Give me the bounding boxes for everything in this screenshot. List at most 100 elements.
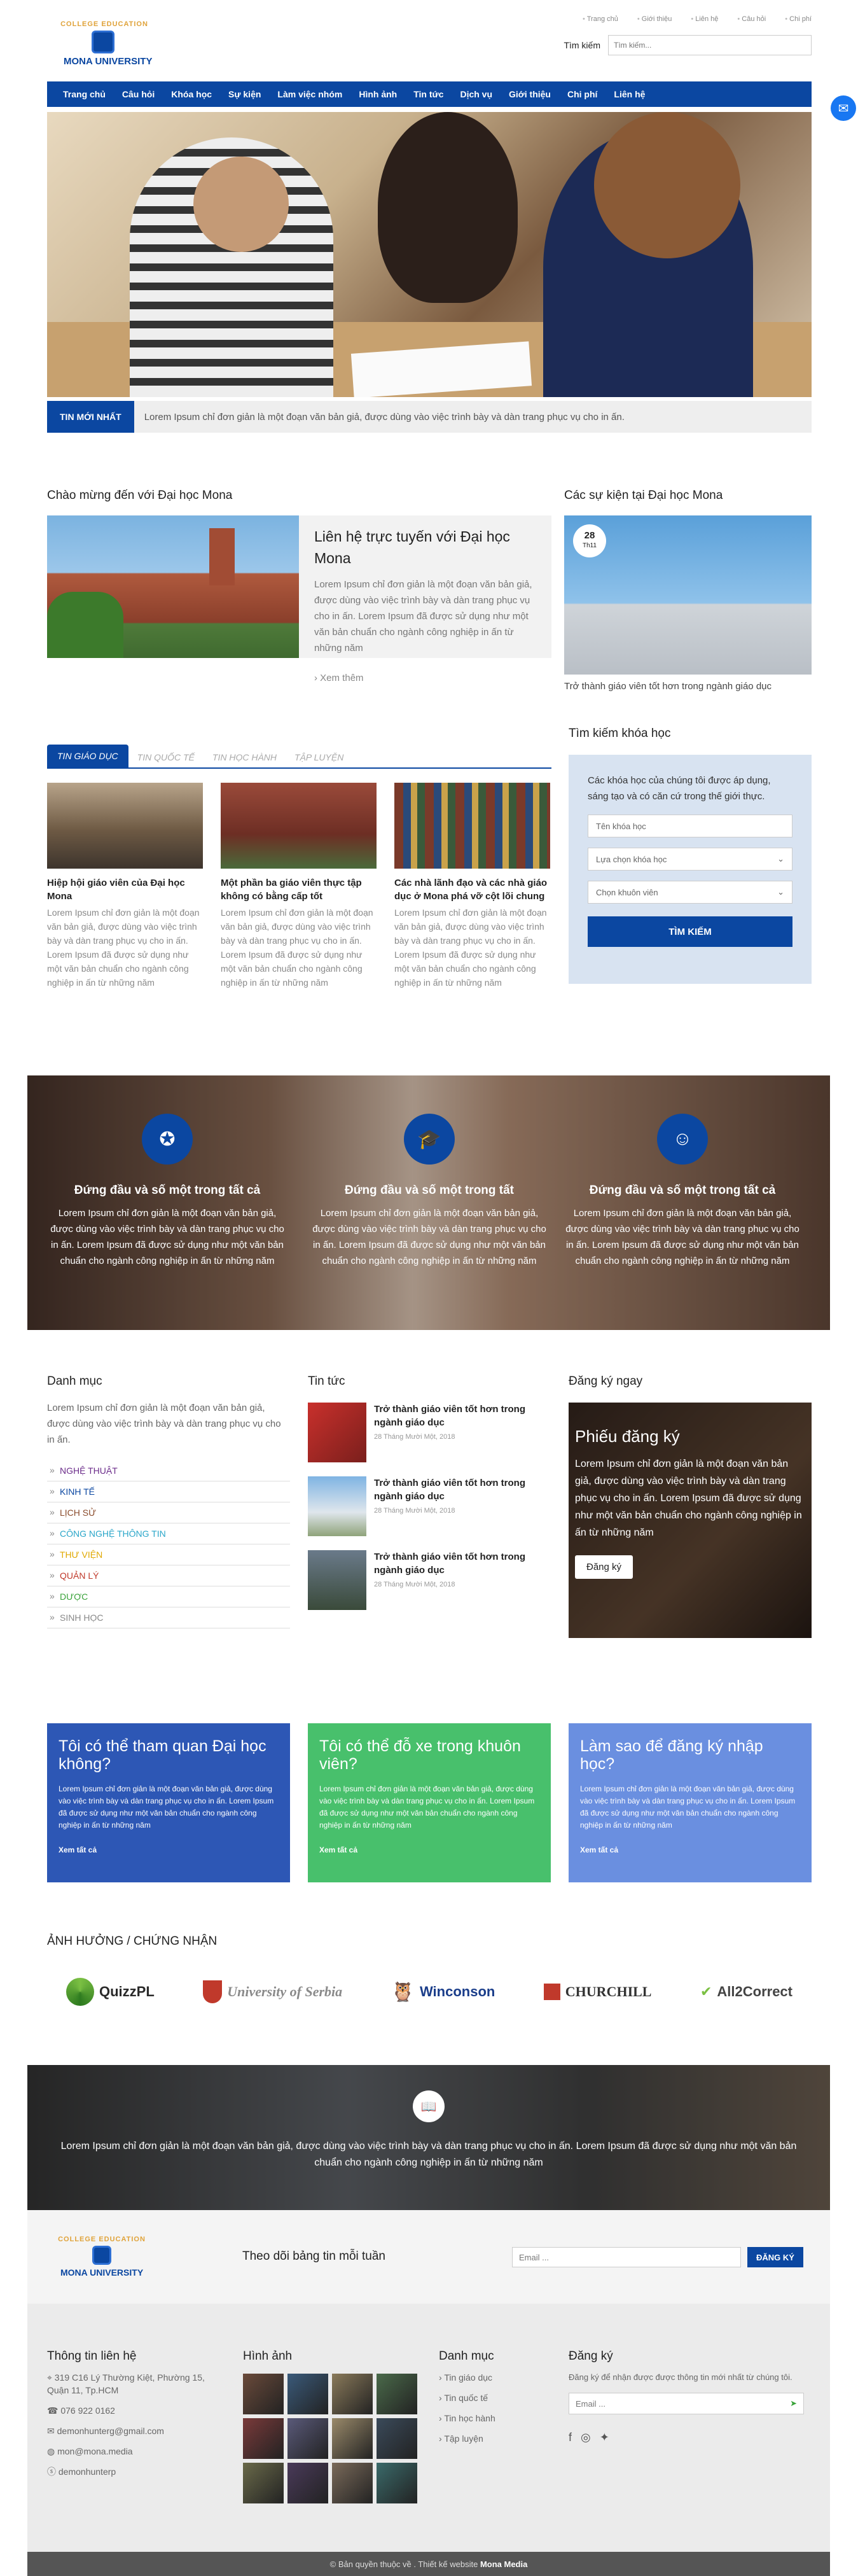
- nav-item-contact[interactable]: Liên hệ: [605, 89, 653, 99]
- category-item[interactable]: NGHỆ THUẬT: [47, 1460, 290, 1481]
- search-input[interactable]: [608, 35, 812, 55]
- latest-news-item[interactable]: Trở thành giáo viên tốt hơn trong ngành …: [308, 1403, 551, 1462]
- partner-logo[interactable]: QuizzPL: [66, 1978, 155, 2006]
- news-title[interactable]: Một phần ba giáo viên thực tập không có …: [221, 876, 377, 903]
- gallery-thumb[interactable]: [332, 2463, 373, 2503]
- footer-menu-item[interactable]: › Tin học hành: [439, 2412, 566, 2425]
- site-text[interactable]: ◍ mon@mona.media: [47, 2445, 225, 2458]
- faq-title[interactable]: Tôi có thể đỗ xe trong khuôn viên?: [319, 1737, 539, 1773]
- nav-item-fees[interactable]: Chi phí: [559, 89, 605, 99]
- register-button[interactable]: Đăng ký: [575, 1555, 633, 1579]
- gallery-thumb[interactable]: [377, 2463, 417, 2503]
- email-text[interactable]: ✉ demonhunterg@gmail.com: [47, 2425, 225, 2437]
- toplink[interactable]: Liên hệ: [691, 15, 718, 23]
- footer-menu-item[interactable]: › Tin giáo dục: [439, 2371, 566, 2384]
- news-card[interactable]: Hiệp hội giáo viên của Đại học Mona Lore…: [47, 783, 203, 990]
- gallery-thumb[interactable]: [243, 2418, 284, 2459]
- category-item[interactable]: CÔNG NGHỆ THÔNG TIN: [47, 1523, 290, 1544]
- logo[interactable]: COLLEGE EDUCATION MONA UNIVERSITY: [47, 20, 174, 78]
- footer-logo[interactable]: COLLEGE EDUCATION MONA UNIVERSITY: [48, 2236, 156, 2286]
- latest-news-item[interactable]: Trở thành giáo viên tốt hơn trong ngành …: [308, 1550, 551, 1610]
- category-item[interactable]: LỊCH SỬ: [47, 1502, 290, 1523]
- gallery-thumb[interactable]: [243, 2374, 284, 2414]
- copyright-brand[interactable]: Mona Media: [480, 2559, 527, 2569]
- toplink[interactable]: Câu hỏi: [737, 15, 766, 23]
- partner-logo[interactable]: ✔ All2Correct: [700, 1984, 792, 2000]
- event-card[interactable]: 28 Th11 Trở thành giáo viên tốt hơn trong…: [564, 515, 812, 692]
- category-item[interactable]: SINH HỌC: [47, 1607, 290, 1628]
- course-search-button[interactable]: TÌM KIẾM: [588, 916, 792, 947]
- event-image[interactable]: 28 Th11: [564, 515, 812, 675]
- nav-item-teamwork[interactable]: Làm việc nhóm: [269, 89, 350, 99]
- twitter-icon[interactable]: ✦: [600, 2431, 609, 2444]
- news-card[interactable]: Các nhà lãnh đạo và các nhà giáo dục ở M…: [394, 783, 550, 990]
- faq-title[interactable]: Tôi có thể tham quan Đại học không?: [59, 1737, 279, 1773]
- partner-logo[interactable]: 🦉 Winconson: [391, 1981, 495, 2003]
- read-more-link[interactable]: › Xem thêm: [314, 673, 540, 683]
- campus-select[interactable]: Chọn khuôn viên ⌄: [588, 881, 792, 904]
- send-icon[interactable]: ➤: [790, 2398, 797, 2409]
- toplink[interactable]: Chi phí: [785, 15, 812, 23]
- news-title[interactable]: Hiệp hội giáo viên của Đại học Mona: [47, 876, 203, 903]
- nav-item-about[interactable]: Giới thiệu: [501, 89, 559, 99]
- footer-menu-item[interactable]: › Tin quốc tế: [439, 2391, 566, 2404]
- footer-subscribe-heading: Đăng ký: [569, 2349, 613, 2363]
- gallery-thumb[interactable]: [287, 2463, 328, 2503]
- news-card[interactable]: Một phần ba giáo viên thực tập không có …: [221, 783, 377, 990]
- gallery-thumb[interactable]: [332, 2418, 373, 2459]
- tab-training[interactable]: TẬP LUYỆN: [286, 752, 352, 767]
- gallery-thumb[interactable]: [287, 2374, 328, 2414]
- news-title[interactable]: Các nhà lãnh đạo và các nhà giáo dục ở M…: [394, 876, 550, 903]
- footer-email-input[interactable]: Email ... ➤: [569, 2393, 804, 2414]
- instagram-icon[interactable]: ◎: [581, 2431, 591, 2444]
- news-thumb[interactable]: [308, 1550, 366, 1610]
- news-image[interactable]: [394, 783, 550, 869]
- course-name-input[interactable]: Tên khóa học: [588, 815, 792, 837]
- nav-item-home[interactable]: Trang chủ: [55, 89, 114, 99]
- tab-study[interactable]: TIN HỌC HÀNH: [204, 752, 286, 767]
- nav-item-gallery[interactable]: Hình ảnh: [350, 89, 405, 99]
- messenger-icon[interactable]: ✉: [831, 95, 856, 121]
- news-image[interactable]: [221, 783, 377, 869]
- tab-education[interactable]: TIN GIÁO DỤC: [47, 745, 128, 767]
- nav-item-courses[interactable]: Khóa học: [163, 89, 220, 99]
- news-thumb[interactable]: [308, 1403, 366, 1462]
- course-select[interactable]: Lựa chọn khóa học ⌄: [588, 848, 792, 871]
- nav-item-services[interactable]: Dịch vụ: [452, 89, 501, 99]
- gallery-thumb[interactable]: [243, 2463, 284, 2503]
- faq-more-link[interactable]: Xem tất cả: [59, 1845, 279, 1854]
- toplink[interactable]: Trang chủ: [583, 15, 618, 23]
- newsletter-email-input[interactable]: Email ...: [512, 2247, 741, 2267]
- footer-menu-item[interactable]: › Tập luyện: [439, 2432, 566, 2445]
- ticker-text[interactable]: Lorem Ipsum chỉ đơn giản là một đoạn văn…: [134, 412, 625, 423]
- category-item[interactable]: DƯỢC: [47, 1586, 290, 1607]
- nav-item-faq[interactable]: Câu hỏi: [114, 89, 163, 99]
- welcome-title[interactable]: Liên hệ trực tuyến với Đại học Mona: [314, 526, 540, 569]
- tab-international[interactable]: TIN QUỐC TẾ: [128, 752, 204, 767]
- nav-item-news[interactable]: Tin tức: [405, 89, 452, 99]
- campus-image[interactable]: [47, 515, 299, 658]
- category-item[interactable]: QUẢN LÝ: [47, 1565, 290, 1586]
- category-item[interactable]: THƯ VIỆN: [47, 1544, 290, 1565]
- newsletter-submit-button[interactable]: ĐĂNG KÝ: [747, 2247, 803, 2267]
- category-item[interactable]: KINH TẾ: [47, 1481, 290, 1502]
- partner-logo[interactable]: CHURCHILL: [543, 1984, 651, 2000]
- skype-text[interactable]: ⓢ demonhunterp: [47, 2465, 225, 2478]
- toplink[interactable]: Giới thiệu: [637, 15, 672, 23]
- event-caption[interactable]: Trở thành giáo viên tốt hơn trong ngành …: [564, 681, 812, 692]
- gallery-thumb[interactable]: [287, 2418, 328, 2459]
- phone-text[interactable]: ☎ 076 922 0162: [47, 2404, 225, 2417]
- faq-more-link[interactable]: Xem tất cả: [319, 1845, 539, 1854]
- partner-logo[interactable]: University of Serbia: [203, 1980, 342, 2003]
- nav-item-events[interactable]: Sự kiện: [220, 89, 269, 99]
- gallery-thumb[interactable]: [377, 2418, 417, 2459]
- gallery-thumb[interactable]: [332, 2374, 373, 2414]
- facebook-icon[interactable]: f: [569, 2431, 572, 2444]
- faq-title[interactable]: Làm sao để đăng ký nhập học?: [580, 1737, 800, 1773]
- news-image[interactable]: [47, 783, 203, 869]
- latest-news-item[interactable]: Trở thành giáo viên tốt hơn trong ngành …: [308, 1476, 551, 1536]
- gallery-thumb[interactable]: [377, 2374, 417, 2414]
- news-thumb[interactable]: [308, 1476, 366, 1536]
- shield-icon: [92, 31, 114, 53]
- faq-more-link[interactable]: Xem tất cả: [580, 1845, 800, 1854]
